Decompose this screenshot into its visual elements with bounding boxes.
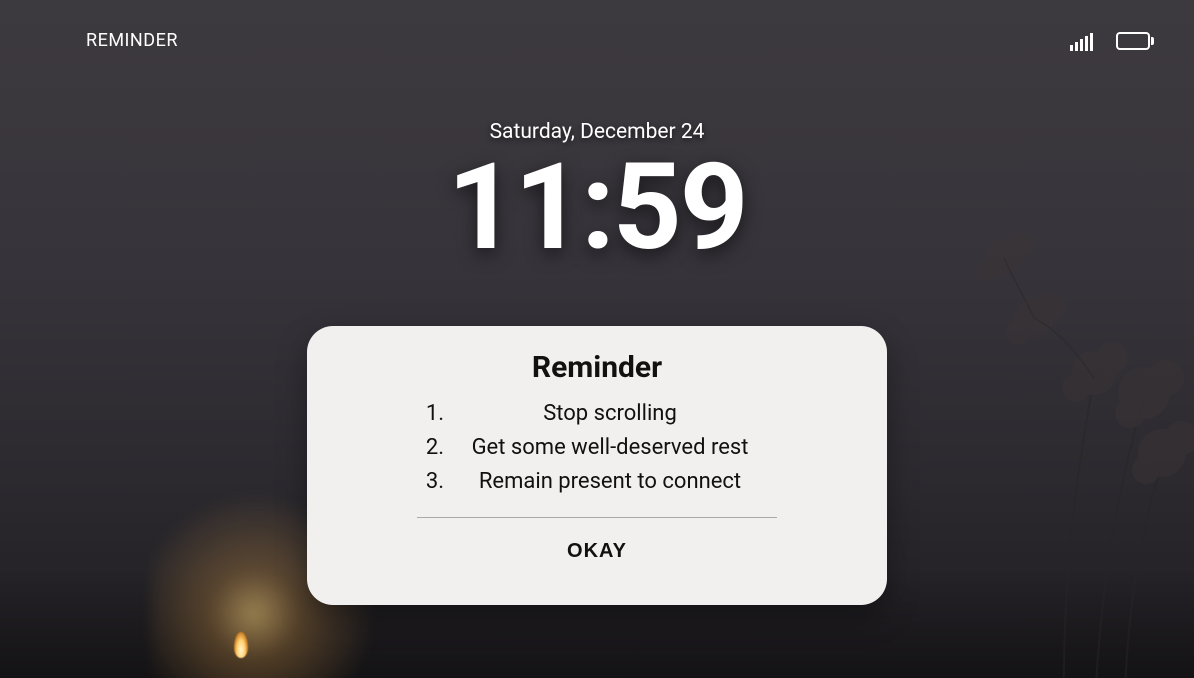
time-label: 11:59 bbox=[0, 148, 1194, 268]
status-title: REMINDER bbox=[86, 30, 178, 51]
list-item-text: Stop scrolling bbox=[450, 397, 770, 431]
card-divider bbox=[417, 517, 777, 518]
list-item: 1. Stop scrolling bbox=[424, 397, 770, 431]
okay-button[interactable]: OKAY bbox=[551, 536, 643, 567]
signal-icon bbox=[1070, 31, 1094, 51]
battery-icon bbox=[1116, 32, 1154, 50]
list-item-number: 3. bbox=[424, 465, 444, 499]
list-item-text: Remain present to connect bbox=[450, 465, 770, 499]
list-item: 3. Remain present to connect bbox=[424, 465, 770, 499]
candle-flame-icon bbox=[234, 632, 248, 658]
status-bar: REMINDER bbox=[0, 30, 1194, 51]
list-item: 2. Get some well-deserved rest bbox=[424, 431, 770, 465]
list-item-text: Get some well-deserved rest bbox=[450, 431, 770, 465]
reminder-card: Reminder 1. Stop scrolling 2. Get some w… bbox=[307, 326, 887, 605]
list-item-number: 1. bbox=[424, 397, 444, 431]
lockscreen-datetime: Saturday, December 24 11:59 bbox=[0, 120, 1194, 268]
dried-flowers-icon bbox=[894, 198, 1194, 678]
reminder-card-title: Reminder bbox=[347, 350, 847, 385]
list-item-number: 2. bbox=[424, 431, 444, 465]
reminder-list: 1. Stop scrolling 2. Get some well-deser… bbox=[424, 397, 770, 499]
status-right bbox=[1070, 31, 1154, 51]
